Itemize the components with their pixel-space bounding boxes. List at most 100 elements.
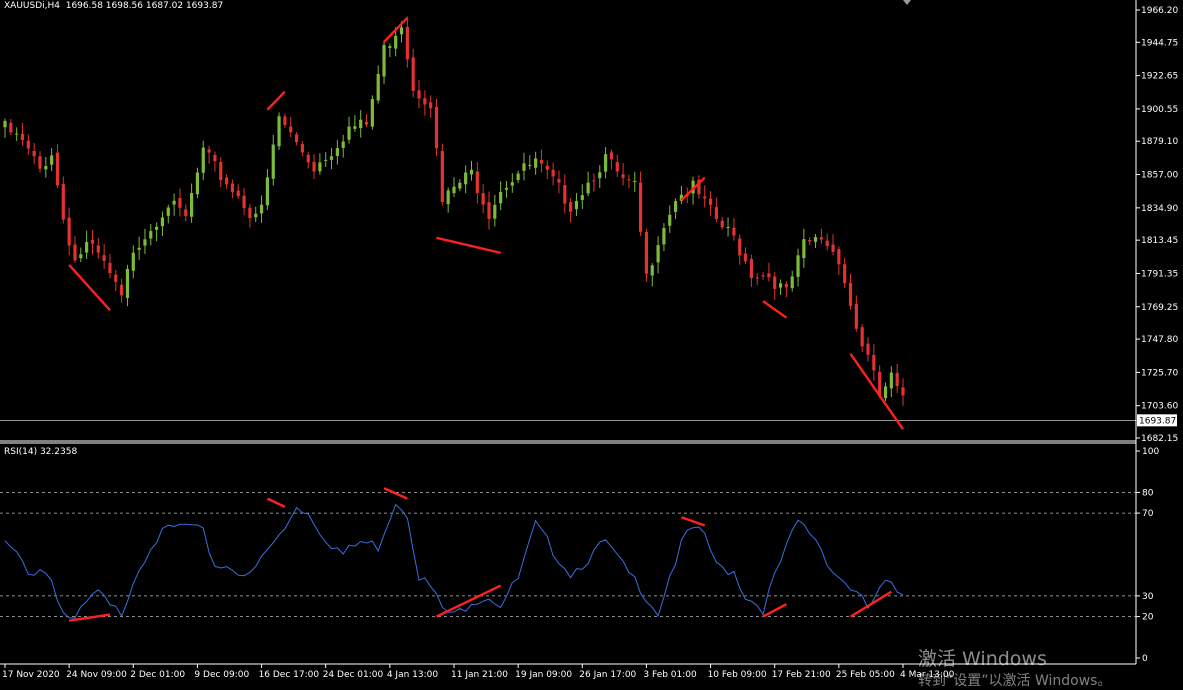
candle-body[interactable] — [254, 213, 258, 218]
candle-body[interactable] — [761, 275, 765, 277]
candle-body[interactable] — [55, 152, 60, 186]
candle-body[interactable] — [831, 244, 835, 252]
candle-body[interactable] — [394, 36, 398, 49]
chart-canvas[interactable]: 1966.20 1944.75 1922.65 1900.55 1879.10 1857.… — [0, 0, 1183, 687]
candle-body[interactable] — [808, 239, 812, 242]
candle-body[interactable] — [493, 204, 497, 219]
candle-body[interactable] — [837, 249, 841, 265]
candle-body[interactable] — [767, 273, 771, 278]
candle-body[interactable] — [627, 179, 631, 181]
candle-body[interactable] — [755, 277, 759, 279]
candle-body[interactable] — [248, 207, 252, 219]
candle-body[interactable] — [528, 164, 532, 166]
candle-body[interactable] — [108, 262, 112, 274]
candle-body[interactable] — [504, 187, 509, 190]
candle-body[interactable] — [137, 247, 141, 250]
candle-body[interactable] — [615, 162, 619, 172]
candle-body[interactable] — [359, 119, 363, 129]
candle-body[interactable] — [604, 154, 608, 172]
candle-body[interactable] — [306, 154, 310, 163]
candle-body[interactable] — [889, 372, 893, 389]
candle-body[interactable] — [901, 387, 905, 396]
candle-body[interactable] — [20, 133, 25, 141]
candle-body[interactable] — [32, 150, 36, 157]
candle-body[interactable] — [155, 226, 159, 230]
candle-body[interactable] — [860, 327, 864, 347]
candle-body[interactable] — [738, 238, 742, 256]
candle-body[interactable] — [773, 276, 777, 289]
candle-body[interactable] — [207, 149, 211, 153]
candle-body[interactable] — [265, 177, 269, 206]
candle-body[interactable] — [644, 231, 649, 274]
candle-body[interactable] — [866, 343, 870, 355]
candle-body[interactable] — [551, 169, 555, 177]
candle-body[interactable] — [749, 258, 753, 278]
candle-body[interactable] — [796, 255, 800, 277]
candle-body[interactable] — [294, 134, 299, 143]
candle-body[interactable] — [79, 254, 83, 259]
candle-body[interactable] — [67, 217, 71, 246]
candle-body[interactable] — [732, 227, 736, 236]
candle-body[interactable] — [650, 265, 654, 276]
candle-body[interactable] — [114, 274, 118, 282]
candle-body[interactable] — [843, 264, 847, 284]
candle-body[interactable] — [522, 163, 526, 171]
candle-body[interactable] — [458, 182, 462, 189]
candle-body[interactable] — [574, 200, 579, 210]
candle-body[interactable] — [598, 172, 602, 179]
candle-body[interactable] — [370, 99, 374, 127]
candle-body[interactable] — [131, 252, 135, 271]
candle-body[interactable] — [61, 183, 65, 220]
candle-body[interactable] — [96, 245, 100, 253]
candle-body[interactable] — [15, 133, 19, 135]
candle-body[interactable] — [90, 240, 95, 244]
candle-body[interactable] — [230, 183, 235, 193]
candle-body[interactable] — [318, 162, 322, 172]
candle-body[interactable] — [399, 27, 404, 35]
candle-body[interactable] — [668, 214, 672, 226]
candle-body[interactable] — [440, 150, 444, 203]
candle-body[interactable] — [417, 90, 421, 99]
candle-body[interactable] — [277, 116, 281, 147]
candle-body[interactable] — [289, 126, 293, 133]
candle-body[interactable] — [592, 180, 596, 182]
candle-body[interactable] — [813, 237, 818, 242]
candle-body[interactable] — [26, 140, 30, 149]
candle-body[interactable] — [673, 201, 678, 212]
candle-body[interactable] — [557, 179, 561, 183]
candle-body[interactable] — [201, 147, 205, 173]
candle-body[interactable] — [703, 196, 707, 199]
candle-body[interactable] — [411, 57, 415, 91]
candle-body[interactable] — [382, 44, 386, 77]
candle-body[interactable] — [784, 283, 788, 288]
candle-body[interactable] — [9, 122, 13, 133]
candle-body[interactable] — [872, 354, 876, 371]
candle-body[interactable] — [125, 269, 130, 298]
candle-body[interactable] — [854, 303, 858, 329]
candle-body[interactable] — [639, 182, 643, 232]
candle-body[interactable] — [73, 244, 77, 261]
candle-body[interactable] — [50, 155, 54, 165]
candle-body[interactable] — [633, 180, 637, 182]
candle-body[interactable] — [848, 282, 853, 306]
candle-body[interactable] — [271, 144, 275, 179]
candle-body[interactable] — [726, 227, 730, 229]
candle-body[interactable] — [475, 171, 479, 193]
candle-body[interactable] — [166, 207, 170, 216]
candle-body[interactable] — [236, 190, 240, 197]
candle-body[interactable] — [283, 116, 287, 125]
candle-body[interactable] — [563, 185, 567, 204]
candle-body[interactable] — [224, 177, 229, 185]
candle-body[interactable] — [539, 160, 544, 164]
candle-body[interactable] — [178, 197, 182, 208]
candle-body[interactable] — [184, 209, 188, 217]
candle-body[interactable] — [44, 166, 48, 170]
candle-body[interactable] — [341, 141, 345, 148]
candle-body[interactable] — [534, 158, 538, 168]
candle-body[interactable] — [662, 228, 666, 245]
candle-body[interactable] — [656, 245, 660, 263]
candle-body[interactable] — [85, 242, 89, 253]
candle-body[interactable] — [545, 165, 549, 170]
candle-body[interactable] — [376, 74, 380, 101]
candle-body[interactable] — [895, 372, 899, 387]
